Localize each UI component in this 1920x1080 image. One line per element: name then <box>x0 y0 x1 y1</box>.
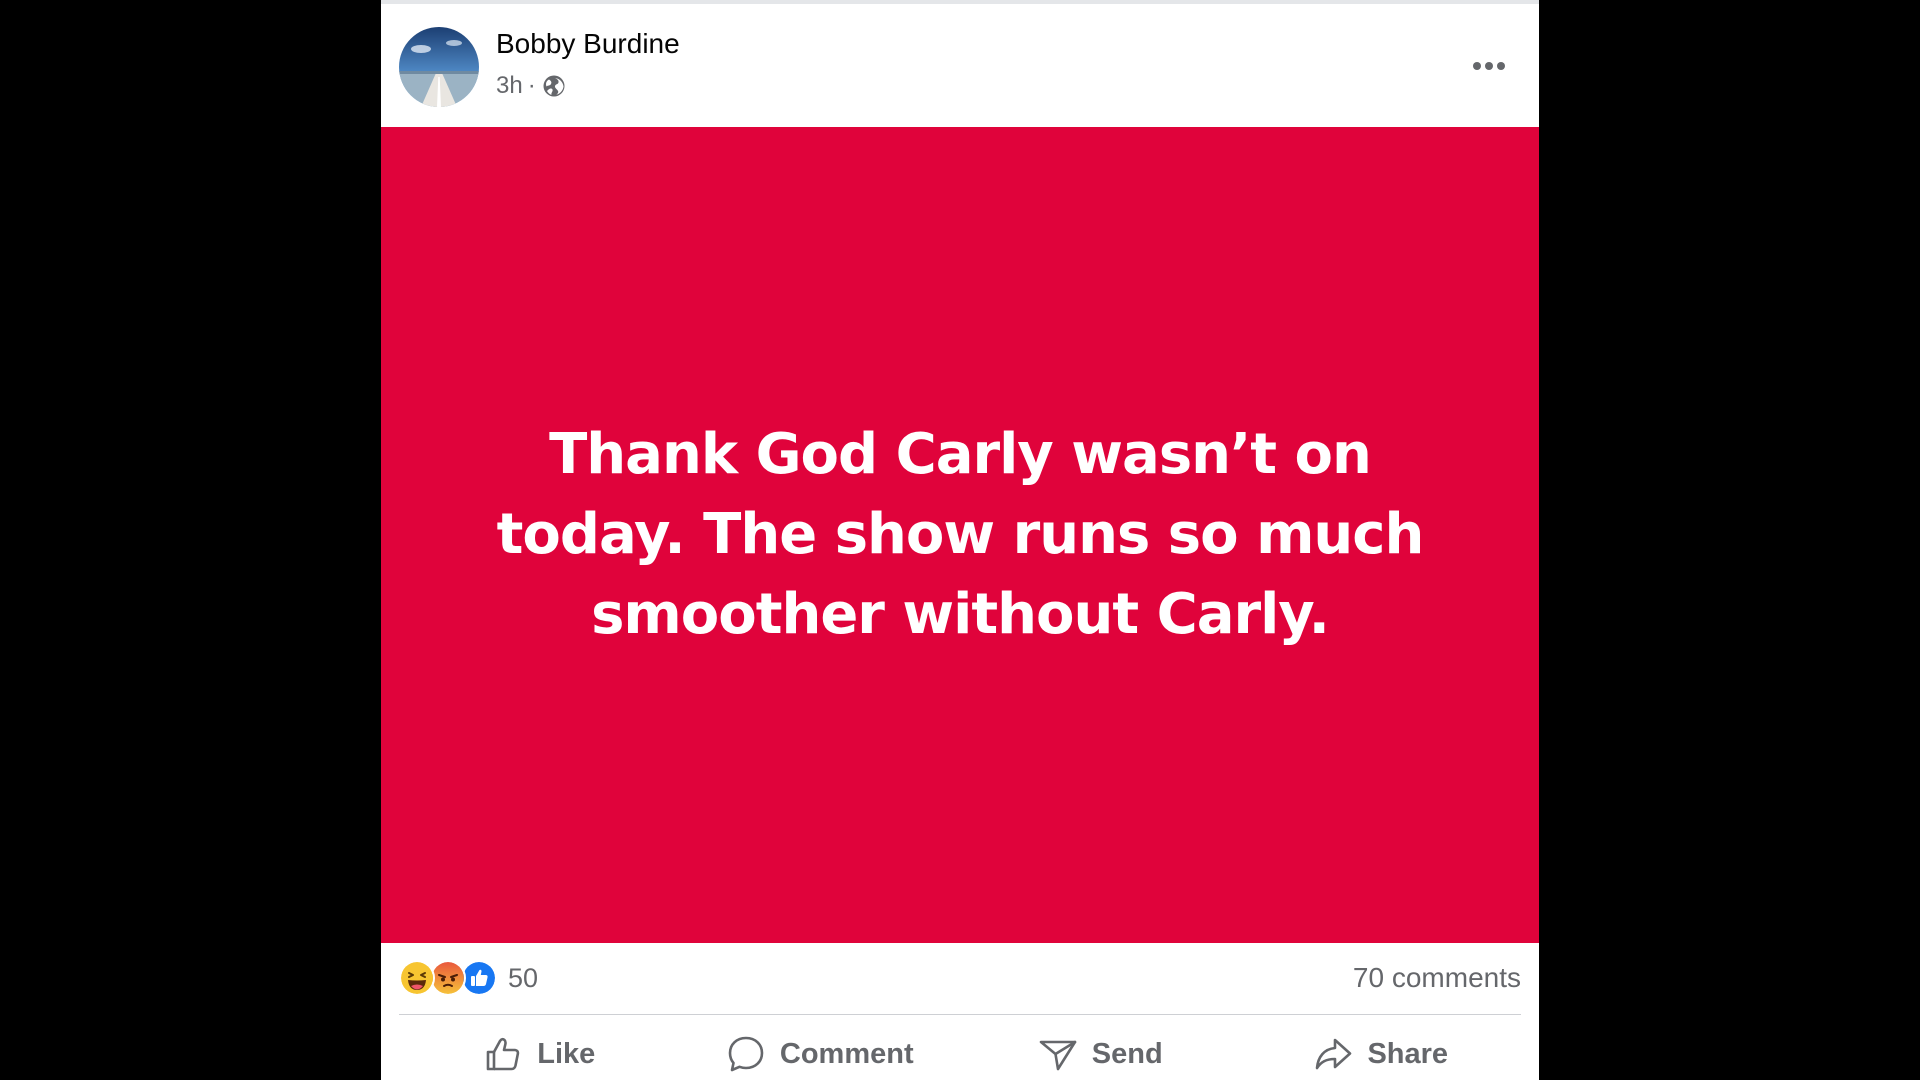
reactions-summary[interactable]: 50 <box>399 960 538 996</box>
post-stats: 50 70 comments <box>399 952 1521 1004</box>
share-label: Share <box>1367 1037 1449 1070</box>
post-timestamp[interactable]: 3h <box>496 72 523 100</box>
thumbs-up-icon <box>486 1037 520 1071</box>
haha-reaction-icon <box>399 960 435 996</box>
send-label: Send <box>1091 1037 1163 1070</box>
send-icon <box>1039 1040 1077 1071</box>
share-button[interactable]: Share <box>1241 1024 1522 1080</box>
like-reaction-icon <box>461 960 497 996</box>
post-text-background[interactable]: Thank God Carly wasn’t on today. The sho… <box>381 127 1539 943</box>
send-button[interactable]: Send <box>960 1024 1241 1080</box>
action-divider <box>399 1014 1521 1015</box>
comment-label: Comment <box>779 1037 914 1070</box>
author-avatar[interactable] <box>399 27 479 107</box>
post-text: Thank God Carly wasn’t on today. The sho… <box>496 422 1425 647</box>
share-icon <box>1316 1038 1352 1070</box>
meta-separator: · <box>527 72 536 99</box>
facebook-post: Bobby Burdine 3h · Thank God Carly wasn’… <box>381 0 1539 1080</box>
comments-count[interactable]: 70 comments <box>1353 962 1521 994</box>
post-meta: 3h · <box>496 72 566 100</box>
like-button[interactable]: Like <box>399 1024 680 1080</box>
author-name[interactable]: Bobby Burdine <box>496 28 680 60</box>
comment-icon <box>728 1036 764 1072</box>
screen: Bobby Burdine 3h · Thank God Carly wasn’… <box>0 0 1920 1080</box>
comment-button[interactable]: Comment <box>680 1024 961 1080</box>
globe-icon[interactable] <box>542 74 566 98</box>
like-label: Like <box>537 1037 596 1070</box>
reaction-count: 50 <box>508 962 539 993</box>
post-actions: Like Comment Send Share <box>399 1024 1521 1080</box>
more-options-icon[interactable] <box>1465 46 1513 86</box>
post-header: Bobby Burdine 3h · <box>381 4 1539 126</box>
angry-reaction-icon <box>430 960 466 996</box>
